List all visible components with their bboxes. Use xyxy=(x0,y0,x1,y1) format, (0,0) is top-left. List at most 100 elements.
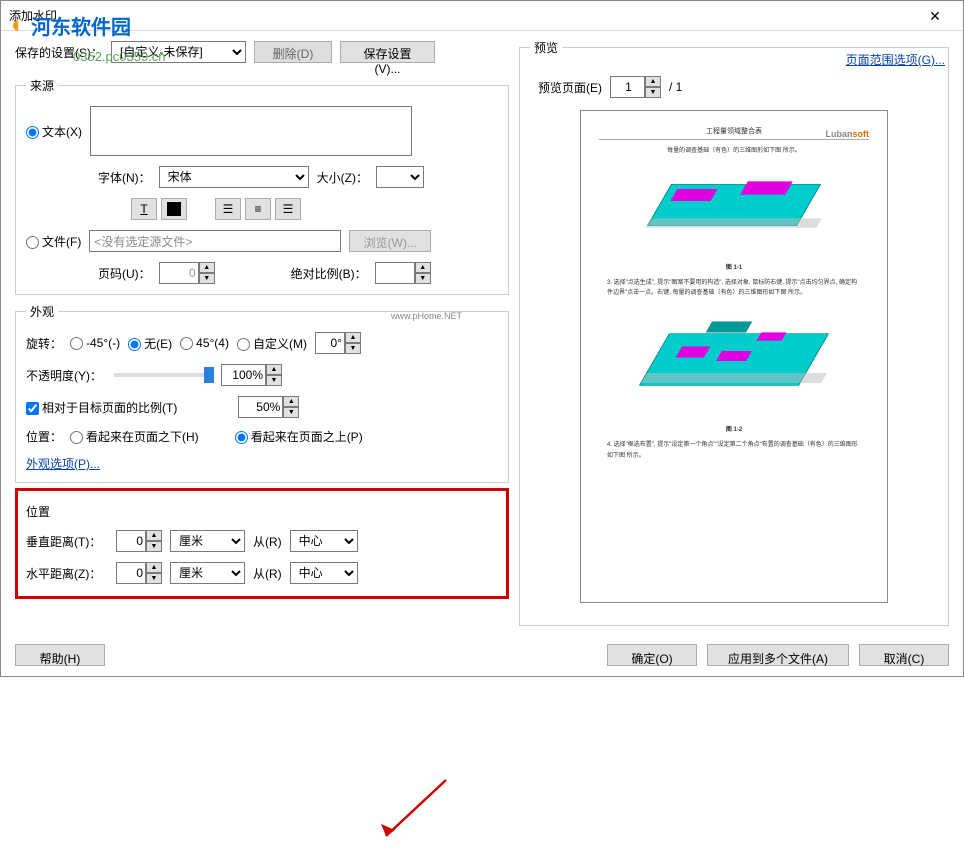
preview-header: 预览页面(E) ▲▼ / 1 xyxy=(530,68,938,106)
page-num-spinner[interactable]: ▲▼ xyxy=(159,262,215,284)
save-settings-button[interactable]: 保存设置(V)... xyxy=(340,41,435,63)
spin-up-icon[interactable]: ▲ xyxy=(645,76,661,87)
spin-up-icon[interactable]: ▲ xyxy=(146,562,162,573)
apply-multiple-button[interactable]: 应用到多个文件(A) xyxy=(707,644,849,666)
text-source-row: 文本(X) xyxy=(26,106,498,156)
help-button[interactable]: 帮助(H) xyxy=(15,644,105,666)
doc-fig2-caption: 图 1-2 xyxy=(607,425,861,436)
doc-figure-1 xyxy=(649,165,819,255)
overlay-watermark: www.pHome.NET xyxy=(391,311,462,321)
hdist-anchor-select[interactable]: 中心 xyxy=(290,562,358,584)
dialog-content: 保存的设置(S)： [自定义-未保存] 删除(D) 保存设置(V)... 来源 … xyxy=(1,31,963,634)
add-watermark-dialog: 添加水印 ✕ ◐ 河东软件园 0352.pc0359.cn 页面范围选项(G).… xyxy=(0,0,964,677)
pos45-radio[interactable]: 45°(4) xyxy=(180,336,229,350)
file-source-row: 文件(F) 浏览(W)... xyxy=(26,230,498,252)
from-label: 从(R) xyxy=(253,533,282,550)
bottom-bar: 帮助(H) 确定(O) 应用到多个文件(A) 取消(C) xyxy=(15,644,949,666)
logo-icon: ◐ xyxy=(11,12,26,39)
spin-up-icon[interactable]: ▲ xyxy=(199,262,215,273)
custom-radio[interactable]: 自定义(M) xyxy=(237,335,307,352)
titlebar: 添加水印 ✕ xyxy=(1,1,963,31)
align-left-button[interactable]: ☰ xyxy=(215,198,241,220)
appearance-legend: 外观 xyxy=(26,303,58,320)
opacity-spinner[interactable]: ▲▼ xyxy=(221,364,282,386)
spin-down-icon[interactable]: ▼ xyxy=(415,273,431,284)
hdist-row: 水平距离(Z)： ▲▼ 厘米 从(R) 中心 xyxy=(26,562,498,584)
preview-page-spinner[interactable]: ▲▼ xyxy=(610,76,661,98)
size-label: 大小(Z)： xyxy=(317,169,368,186)
total-pages: / 1 xyxy=(669,80,682,94)
close-button[interactable]: ✕ xyxy=(915,1,955,31)
preview-group: 预览 预览页面(E) ▲▼ / 1 Lubansoft 工程量领域整合表 每量的… xyxy=(519,39,949,626)
preview-page-label: 预览页面(E) xyxy=(538,79,602,96)
above-radio[interactable]: 看起来在页面之上(P) xyxy=(235,428,363,445)
appearance-options-link[interactable]: 外观选项(P)... xyxy=(26,457,100,471)
vdist-anchor-select[interactable]: 中心 xyxy=(290,530,358,552)
page-num-label: 页码(U)： xyxy=(98,265,151,282)
opacity-row: 不透明度(Y)： ▲▼ xyxy=(26,364,498,386)
spin-down-icon[interactable]: ▼ xyxy=(266,375,282,386)
doc-text-1: 每量的调查基础（有色）的三维图形如下图 所示。 xyxy=(607,146,861,157)
font-select[interactable]: 宋体 xyxy=(159,166,309,188)
color-swatch-icon xyxy=(167,202,181,216)
ok-button[interactable]: 确定(O) xyxy=(607,644,697,666)
spin-up-icon[interactable]: ▲ xyxy=(283,396,299,407)
from-label: 从(R) xyxy=(253,565,282,582)
spin-up-icon[interactable]: ▲ xyxy=(266,364,282,375)
align-right-button[interactable]: ☰ xyxy=(275,198,301,220)
spin-down-icon[interactable]: ▼ xyxy=(645,87,661,98)
file-path-input[interactable] xyxy=(89,230,341,252)
hdist-spinner[interactable]: ▲▼ xyxy=(116,562,162,584)
below-radio[interactable]: 看起来在页面之下(H) xyxy=(70,428,199,445)
font-row: 字体(N)： 宋体 大小(Z)： xyxy=(98,166,498,188)
abs-ratio-spinner[interactable]: ▲▼ xyxy=(375,262,431,284)
slider-thumb-icon[interactable] xyxy=(204,367,214,383)
delete-button[interactable]: 删除(D) xyxy=(254,41,332,63)
site-logo: ◐ 河东软件园 xyxy=(11,11,131,40)
bottom-right-buttons: 确定(O) 应用到多个文件(A) 取消(C) xyxy=(607,644,949,666)
spin-down-icon[interactable]: ▼ xyxy=(146,573,162,584)
preview-document: Lubansoft 工程量领域整合表 每量的调查基础（有色）的三维图形如下图 所… xyxy=(580,110,888,603)
appearance-group: 外观 旋转： -45°(-) 无(E) 45°(4) 自定义(M) ▲▼ 不透明… xyxy=(15,303,509,483)
color-button[interactable] xyxy=(161,198,187,220)
doc-figure-2 xyxy=(649,307,819,417)
position-mode-row: 位置： 看起来在页面之下(H) 看起来在页面之上(P) xyxy=(26,428,498,445)
abs-ratio-label: 绝对比例(B)： xyxy=(291,265,367,282)
neg45-radio[interactable]: -45°(-) xyxy=(70,336,120,350)
spin-down-icon[interactable]: ▼ xyxy=(345,343,361,354)
spin-up-icon[interactable]: ▲ xyxy=(146,530,162,541)
pos-mode-label: 位置： xyxy=(26,428,62,445)
spin-up-icon[interactable]: ▲ xyxy=(415,262,431,273)
relative-scale-row: 相对于目标页面的比例(T) ▲▼ xyxy=(26,396,498,418)
position-legend: 位置 xyxy=(26,503,498,520)
text-radio[interactable]: 文本(X) xyxy=(26,123,82,140)
underline-button[interactable]: T xyxy=(131,198,157,220)
vdist-spinner[interactable]: ▲▼ xyxy=(116,530,162,552)
right-column: 预览 预览页面(E) ▲▼ / 1 Lubansoft 工程量领域整合表 每量的… xyxy=(519,39,949,626)
rotation-row: 旋转： -45°(-) 无(E) 45°(4) 自定义(M) ▲▼ xyxy=(26,332,498,354)
none-radio[interactable]: 无(E) xyxy=(128,335,172,352)
page-abs-row: 页码(U)： ▲▼ 绝对比例(B)： ▲▼ xyxy=(98,262,498,284)
doc-brand: Lubansoft xyxy=(826,129,870,139)
custom-angle-spinner[interactable]: ▲▼ xyxy=(315,332,361,354)
spin-down-icon[interactable]: ▼ xyxy=(199,273,215,284)
relative-scale-checkbox[interactable]: 相对于目标页面的比例(T) xyxy=(26,399,177,416)
hdist-unit-select[interactable]: 厘米 xyxy=(170,562,245,584)
spin-down-icon[interactable]: ▼ xyxy=(146,541,162,552)
format-row: T ☰ ≡ ☰ xyxy=(131,198,498,220)
logo-url: 0352.pc0359.cn xyxy=(73,49,166,64)
size-select[interactable] xyxy=(376,166,424,188)
font-label: 字体(N)： xyxy=(98,169,151,186)
doc-text-2: 3. 选择"点选生成", 提示"图案不要用的构造", 选择对象, 鼠标防右键, … xyxy=(607,278,861,300)
opacity-slider[interactable] xyxy=(114,373,209,377)
watermark-text-input[interactable] xyxy=(90,106,412,156)
spin-up-icon[interactable]: ▲ xyxy=(345,332,361,343)
file-radio[interactable]: 文件(F) xyxy=(26,233,81,250)
browse-button[interactable]: 浏览(W)... xyxy=(349,230,431,252)
align-center-button[interactable]: ≡ xyxy=(245,198,271,220)
vdist-unit-select[interactable]: 厘米 xyxy=(170,530,245,552)
vdist-row: 垂直距离(T)： ▲▼ 厘米 从(R) 中心 xyxy=(26,530,498,552)
spin-down-icon[interactable]: ▼ xyxy=(283,407,299,418)
relative-scale-spinner[interactable]: ▲▼ xyxy=(238,396,299,418)
cancel-button[interactable]: 取消(C) xyxy=(859,644,949,666)
